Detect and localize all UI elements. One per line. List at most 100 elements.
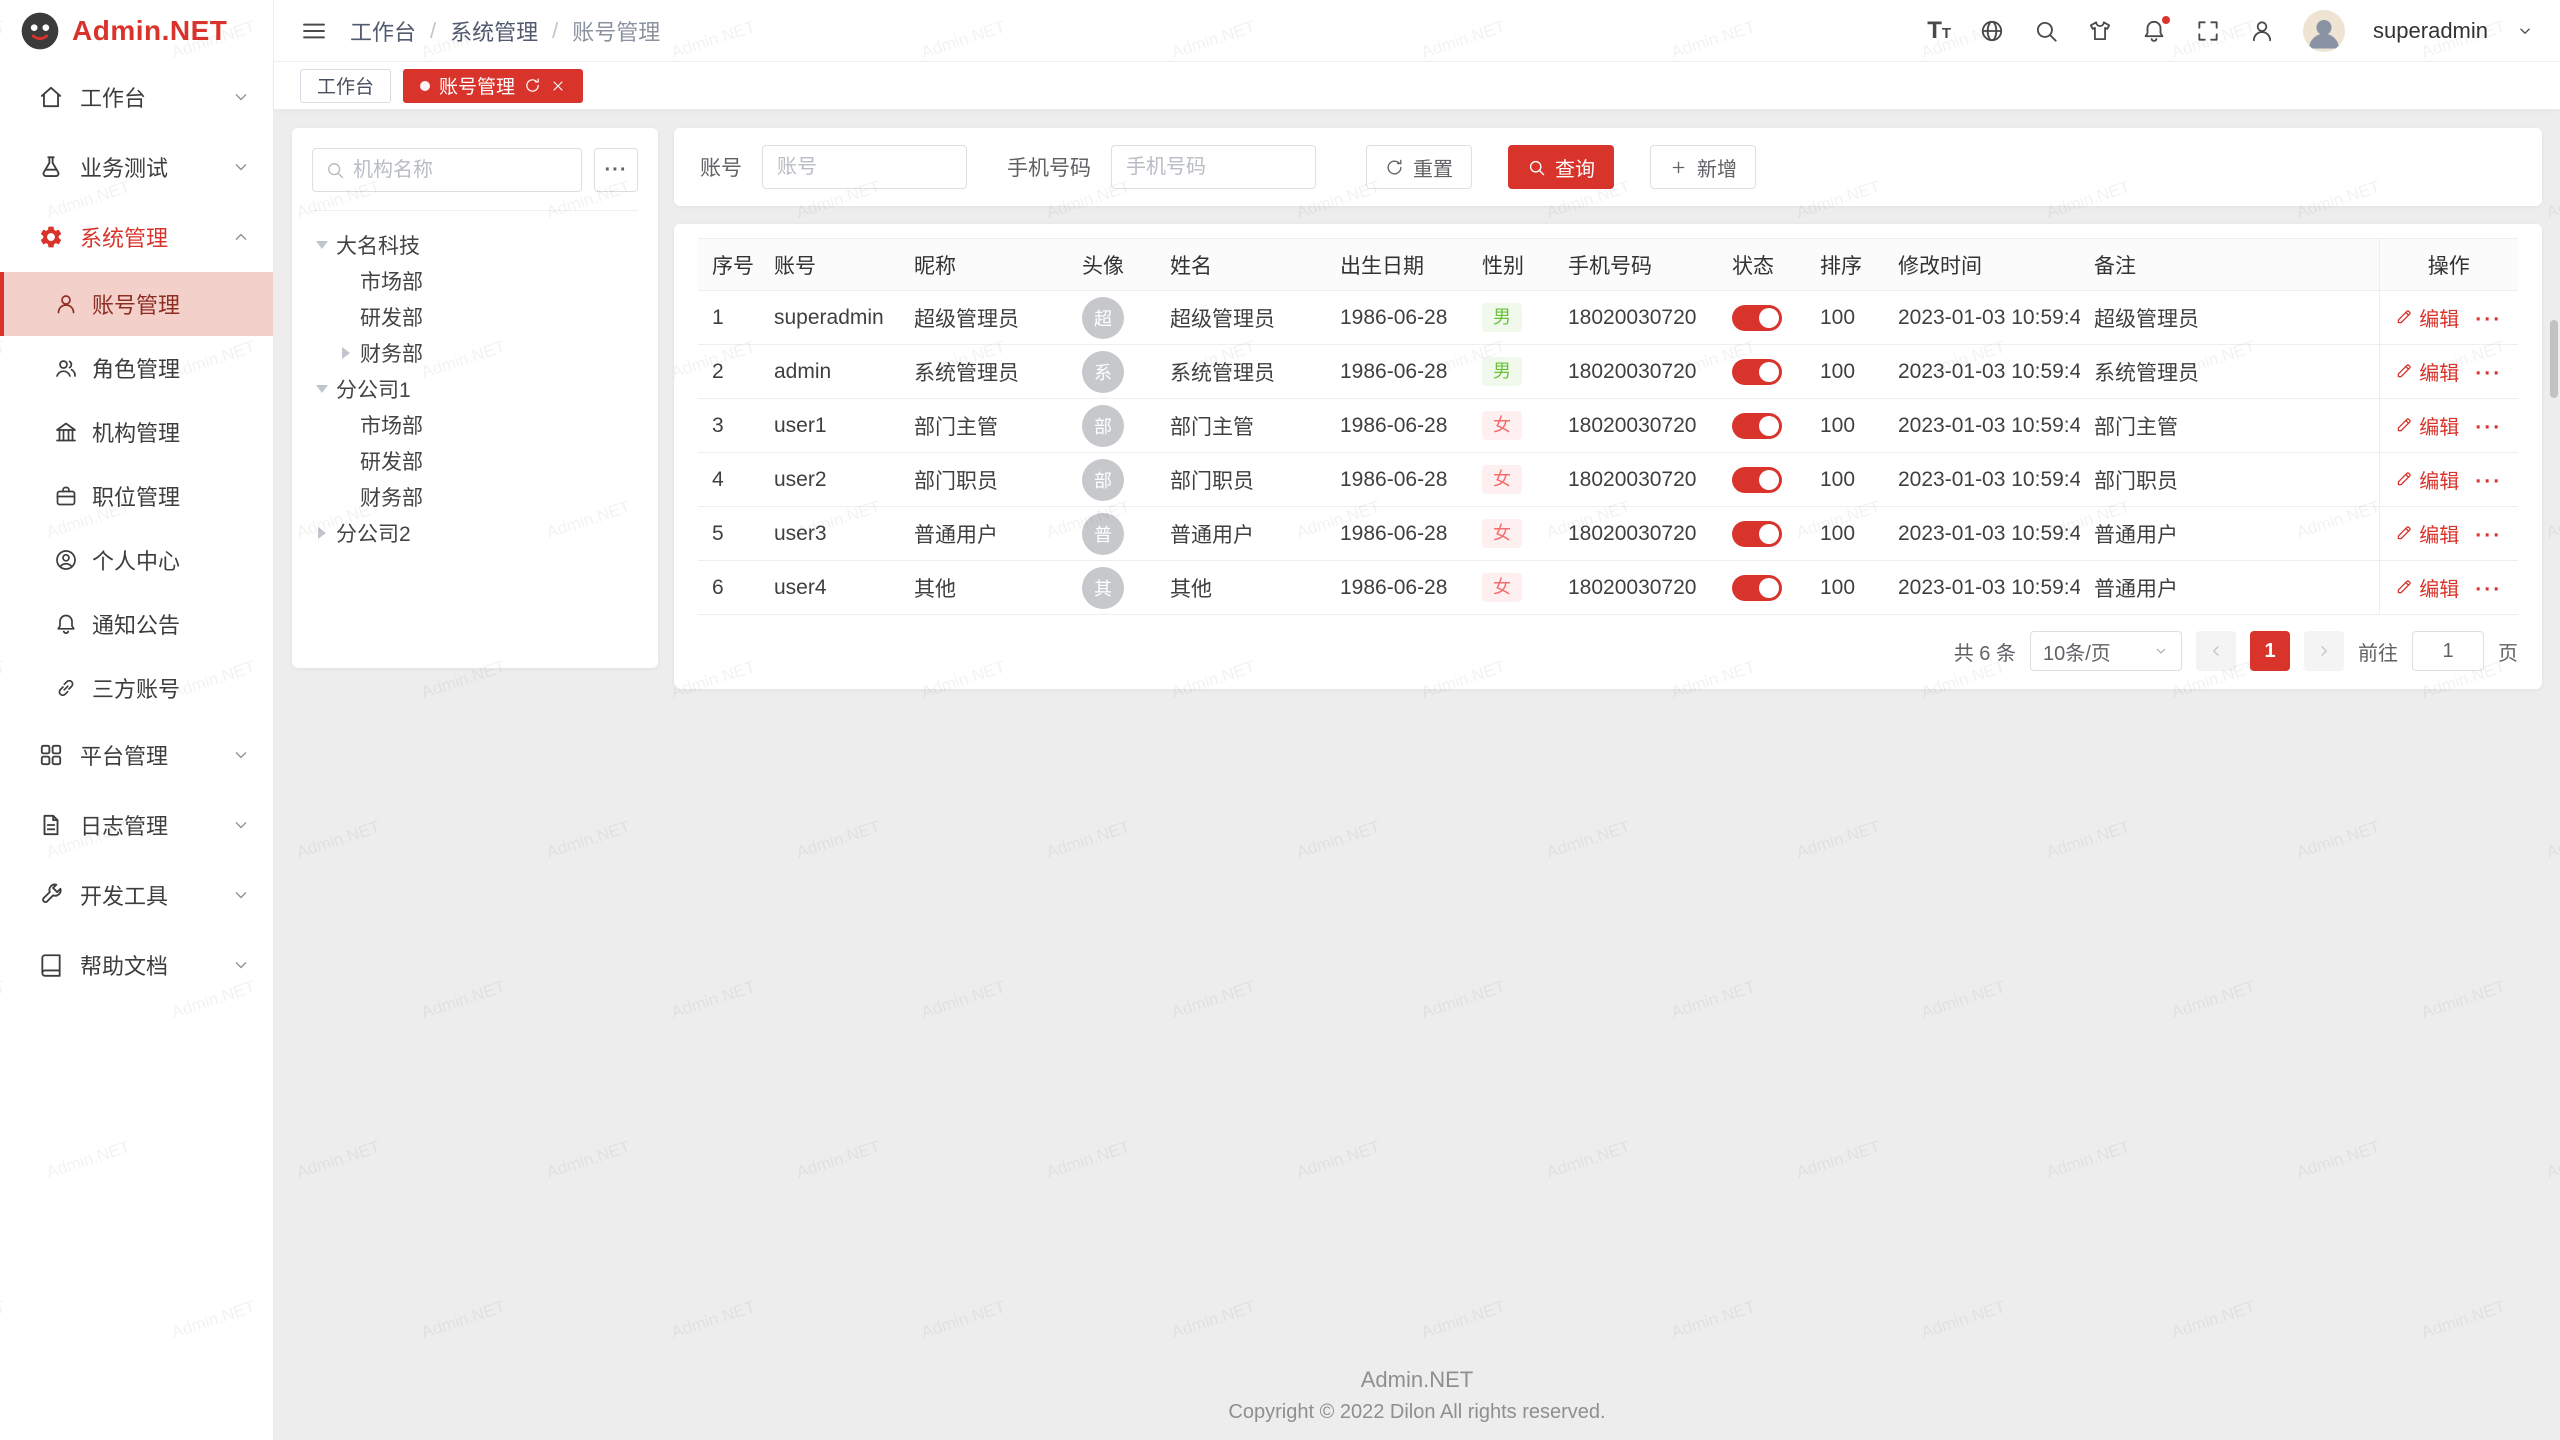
- username[interactable]: superadmin: [2373, 18, 2488, 44]
- chevron-down-icon: [2153, 643, 2169, 659]
- tree-node[interactable]: 财务部: [312, 479, 638, 515]
- table-card: 序号账号昵称头像姓名出生日期性别手机号码状态排序修改时间备注操作 1supera…: [674, 224, 2542, 689]
- prev-page-button[interactable]: [2196, 631, 2236, 671]
- sidebar-subitem-third-party-account[interactable]: 三方账号: [0, 656, 273, 720]
- tree-caret-icon[interactable]: [342, 347, 350, 359]
- column-header: 性别: [1468, 239, 1554, 291]
- more-actions-button[interactable]: ···: [2475, 416, 2502, 439]
- sidebar-subitem-personal-center[interactable]: 个人中心: [0, 528, 273, 592]
- status-toggle[interactable]: [1732, 413, 1782, 439]
- goto-page-input[interactable]: [2412, 631, 2484, 671]
- next-page-button[interactable]: [2304, 631, 2344, 671]
- user-outline-icon[interactable]: [2249, 18, 2275, 44]
- docs-icon: [38, 952, 64, 978]
- edit-button[interactable]: 编辑: [2395, 357, 2459, 386]
- cell-birth-date: 1986-06-28: [1326, 453, 1468, 507]
- phone-input[interactable]: [1111, 145, 1316, 189]
- menu-collapse-icon[interactable]: [300, 17, 328, 45]
- status-toggle[interactable]: [1732, 305, 1782, 331]
- row-avatar: 部: [1082, 405, 1124, 447]
- cell-order: 100: [1806, 291, 1884, 345]
- user-avatar[interactable]: [2303, 10, 2345, 52]
- status-toggle[interactable]: [1732, 575, 1782, 601]
- tree-caret-icon[interactable]: [316, 385, 328, 393]
- sidebar-subitem-position-management[interactable]: 职位管理: [0, 464, 273, 528]
- org-search-input[interactable]: [353, 159, 569, 182]
- cell-order: 100: [1806, 399, 1884, 453]
- column-header: 昵称: [900, 239, 1068, 291]
- app-name: Admin.NET: [72, 15, 227, 47]
- chevron-down-icon[interactable]: [2516, 22, 2534, 40]
- font-size-icon[interactable]: TT: [1927, 17, 1951, 45]
- status-toggle[interactable]: [1732, 359, 1782, 385]
- more-actions-button[interactable]: ···: [2475, 308, 2502, 331]
- cell-gender: 女: [1468, 561, 1554, 615]
- sidebar-item-system-management[interactable]: 系统管理: [0, 202, 273, 272]
- theme-icon[interactable]: [2087, 18, 2113, 44]
- sidebar-item-workbench[interactable]: 工作台: [0, 62, 273, 132]
- more-actions-button[interactable]: ···: [2475, 578, 2502, 601]
- sidebar-subitem-org-management[interactable]: 机构管理: [0, 400, 273, 464]
- tree-caret-icon[interactable]: [318, 527, 326, 539]
- cell-index: 6: [698, 561, 760, 615]
- breadcrumb-item-workbench[interactable]: 工作台: [350, 15, 416, 47]
- sidebar-item-log-management[interactable]: 日志管理: [0, 790, 273, 860]
- cell-modified-time: 2023-01-03 10:59:44: [1884, 507, 2080, 561]
- edit-button[interactable]: 编辑: [2395, 303, 2459, 332]
- reset-button[interactable]: 重置: [1366, 145, 1472, 189]
- status-toggle[interactable]: [1732, 521, 1782, 547]
- cell-birth-date: 1986-06-28: [1326, 507, 1468, 561]
- breadcrumb-item-system[interactable]: 系统管理: [450, 15, 538, 47]
- search-icon[interactable]: [2033, 18, 2059, 44]
- edit-button[interactable]: 编辑: [2395, 519, 2459, 548]
- tree-node[interactable]: 财务部: [312, 335, 638, 371]
- page-size-select[interactable]: 10条/页: [2030, 631, 2182, 671]
- close-icon[interactable]: [550, 78, 566, 94]
- tree-node[interactable]: 研发部: [312, 299, 638, 335]
- sidebar-subitem-label: 职位管理: [92, 480, 180, 512]
- sidebar-subitem-notice[interactable]: 通知公告: [0, 592, 273, 656]
- cell-remark: 系统管理员: [2080, 345, 2379, 399]
- sidebar-item-platform-management[interactable]: 平台管理: [0, 720, 273, 790]
- sidebar-item-business-test[interactable]: 业务测试: [0, 132, 273, 202]
- tree-node[interactable]: 大名科技: [312, 227, 638, 263]
- tree-node[interactable]: 市场部: [312, 263, 638, 299]
- tree-node[interactable]: 分公司2: [312, 515, 638, 551]
- fullscreen-icon[interactable]: [2195, 18, 2221, 44]
- sidebar-item-dev-tools[interactable]: 开发工具: [0, 860, 273, 930]
- scrollbar-thumb[interactable]: [2550, 320, 2558, 398]
- more-actions-button[interactable]: ···: [2475, 362, 2502, 385]
- query-button[interactable]: 查询: [1508, 145, 1614, 189]
- org-more-button[interactable]: ···: [594, 148, 638, 192]
- tab-workbench[interactable]: 工作台: [300, 69, 391, 103]
- tree-node[interactable]: 市场部: [312, 407, 638, 443]
- globe-icon[interactable]: [1979, 18, 2005, 44]
- refresh-icon[interactable]: [524, 77, 541, 94]
- org-panel: ··· 大名科技市场部研发部财务部分公司1市场部研发部财务部分公司2: [292, 128, 658, 668]
- sidebar-subitem-account-management[interactable]: 账号管理: [0, 272, 273, 336]
- org-search-box[interactable]: [312, 148, 582, 192]
- app-logo[interactable]: Admin.NET: [0, 0, 273, 62]
- cell-birth-date: 1986-06-28: [1326, 399, 1468, 453]
- sidebar-subitem-role-management[interactable]: 角色管理: [0, 336, 273, 400]
- tree-node[interactable]: 研发部: [312, 443, 638, 479]
- cell-operations: 编辑 ···: [2379, 399, 2518, 453]
- notification-icon[interactable]: [2141, 18, 2167, 44]
- tree-node[interactable]: 分公司1: [312, 371, 638, 407]
- add-button[interactable]: 新增: [1650, 145, 1756, 189]
- status-toggle[interactable]: [1732, 467, 1782, 493]
- edit-button[interactable]: 编辑: [2395, 465, 2459, 494]
- sidebar-item-help-docs[interactable]: 帮助文档: [0, 930, 273, 1000]
- cell-remark: 普通用户: [2080, 561, 2379, 615]
- footer-copyright: Copyright © 2022 Dilon All rights reserv…: [274, 1401, 2560, 1424]
- tab-account-management[interactable]: 账号管理: [403, 69, 583, 103]
- tree-caret-icon[interactable]: [316, 241, 328, 249]
- plus-icon: [1669, 158, 1688, 177]
- more-actions-button[interactable]: ···: [2475, 470, 2502, 493]
- edit-button[interactable]: 编辑: [2395, 411, 2459, 440]
- more-actions-button[interactable]: ···: [2475, 524, 2502, 547]
- edit-button[interactable]: 编辑: [2395, 573, 2459, 602]
- account-input[interactable]: [762, 145, 967, 189]
- page-number-1[interactable]: 1: [2250, 631, 2290, 671]
- cell-name: 普通用户: [1156, 507, 1326, 561]
